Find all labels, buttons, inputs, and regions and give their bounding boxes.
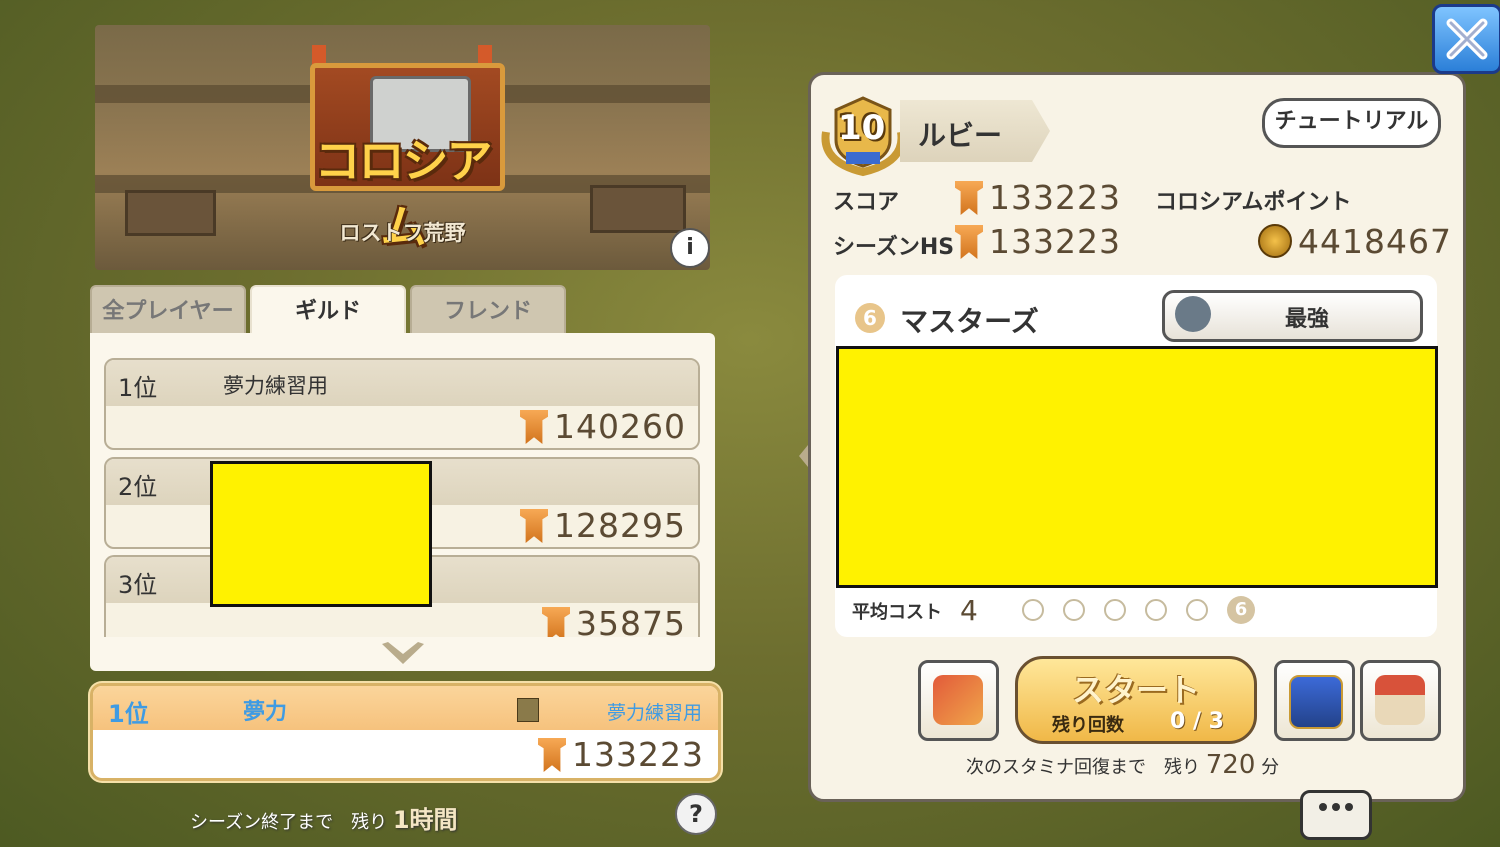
team-slot-dot[interactable] — [1145, 599, 1167, 621]
my-rank-row: 1位 夢力 夢力練習用 133223 — [90, 683, 721, 781]
tab-guild[interactable]: ギルド — [250, 285, 406, 339]
player-score: 128295 — [520, 506, 686, 545]
player-score: 35875 — [542, 604, 686, 637]
my-rank-position: 1位 — [108, 700, 149, 728]
close-button[interactable] — [1432, 4, 1500, 74]
help-button[interactable]: ? — [675, 793, 717, 835]
average-cost: 平均コスト 4 — [852, 594, 978, 627]
season-high-score-value: 133223 — [955, 222, 1121, 261]
colosseum-logo: コロシアム — [300, 45, 505, 254]
swap-icon — [933, 675, 983, 725]
colosseum-points-label: コロシアムポイント — [1155, 190, 1352, 215]
monster-icon — [1175, 296, 1211, 332]
scroll-down-icon[interactable] — [380, 640, 426, 668]
strongest-team-button[interactable]: 最強 — [1162, 290, 1423, 342]
rank-position: 1位 — [118, 374, 158, 402]
my-guild-name: 夢力練習用 — [606, 702, 702, 724]
tutorial-button[interactable]: チュートリアル — [1262, 98, 1441, 148]
player-score: 140260 — [520, 407, 686, 446]
stamina-recovery: 次のスタミナ回復まで 残り 720 分 — [966, 750, 1280, 780]
team-name: マスターズ — [900, 305, 1039, 338]
chat-icon[interactable] — [1300, 790, 1372, 840]
redacted-area — [836, 346, 1438, 588]
trophy-icon — [955, 225, 983, 259]
rank-position: 2位 — [118, 473, 158, 501]
team-slot-dot[interactable] — [1022, 599, 1044, 621]
shop-button[interactable] — [1360, 660, 1441, 741]
close-icon — [1446, 18, 1488, 60]
shop-icon — [1375, 675, 1425, 725]
guild-icon — [517, 698, 539, 722]
start-button[interactable]: スタート 残り回数 0 / 3 — [1015, 656, 1257, 744]
colosseum-banner: コロシアム ロストフ荒野 — [95, 25, 710, 270]
trophy-icon — [538, 738, 567, 772]
rank-number: 10 — [838, 108, 886, 148]
rank-name-plate: ルビー — [900, 100, 1050, 162]
player-name: 夢力練習用 — [223, 374, 328, 398]
score-value: 133223 — [955, 178, 1121, 217]
redacted-area — [210, 461, 432, 607]
my-player-name: 夢力 — [243, 700, 288, 725]
team-number-badge: 6 — [855, 302, 885, 333]
team-slot-dot[interactable] — [1104, 599, 1126, 621]
area-name: ロストフ荒野 — [339, 221, 466, 245]
team-slot-selected[interactable]: 6 — [1227, 596, 1255, 624]
swap-team-button[interactable] — [918, 660, 999, 741]
colosseum-points-value: 4418467 — [1258, 222, 1452, 261]
trophy-icon — [542, 607, 571, 637]
my-score: 133223 — [538, 735, 704, 774]
treasure-chest-button[interactable] — [1274, 660, 1355, 741]
coin-icon — [1258, 224, 1292, 258]
rank-position: 3位 — [118, 571, 158, 599]
season-remaining: シーズン終了まで 残り 1時間 — [190, 806, 458, 834]
treasure-chest-icon — [1289, 675, 1343, 729]
trophy-icon — [520, 509, 549, 543]
tab-all-players[interactable]: 全プレイヤー — [90, 285, 246, 339]
trophy-icon — [520, 410, 549, 444]
team-title: 6 マスターズ — [855, 300, 1039, 340]
team-slot-dot[interactable] — [1063, 599, 1085, 621]
ranking-row[interactable]: 1位 夢力練習用 140260 — [104, 358, 700, 450]
info-button[interactable]: i — [670, 228, 710, 268]
team-slot-dot[interactable] — [1186, 599, 1208, 621]
season-high-score-label: シーズンHS — [833, 235, 955, 260]
team-slot-indicator[interactable]: 6 — [1022, 596, 1255, 624]
score-label: スコア — [833, 190, 900, 215]
trophy-icon — [955, 181, 983, 215]
tab-friends[interactable]: フレンド — [410, 285, 566, 339]
